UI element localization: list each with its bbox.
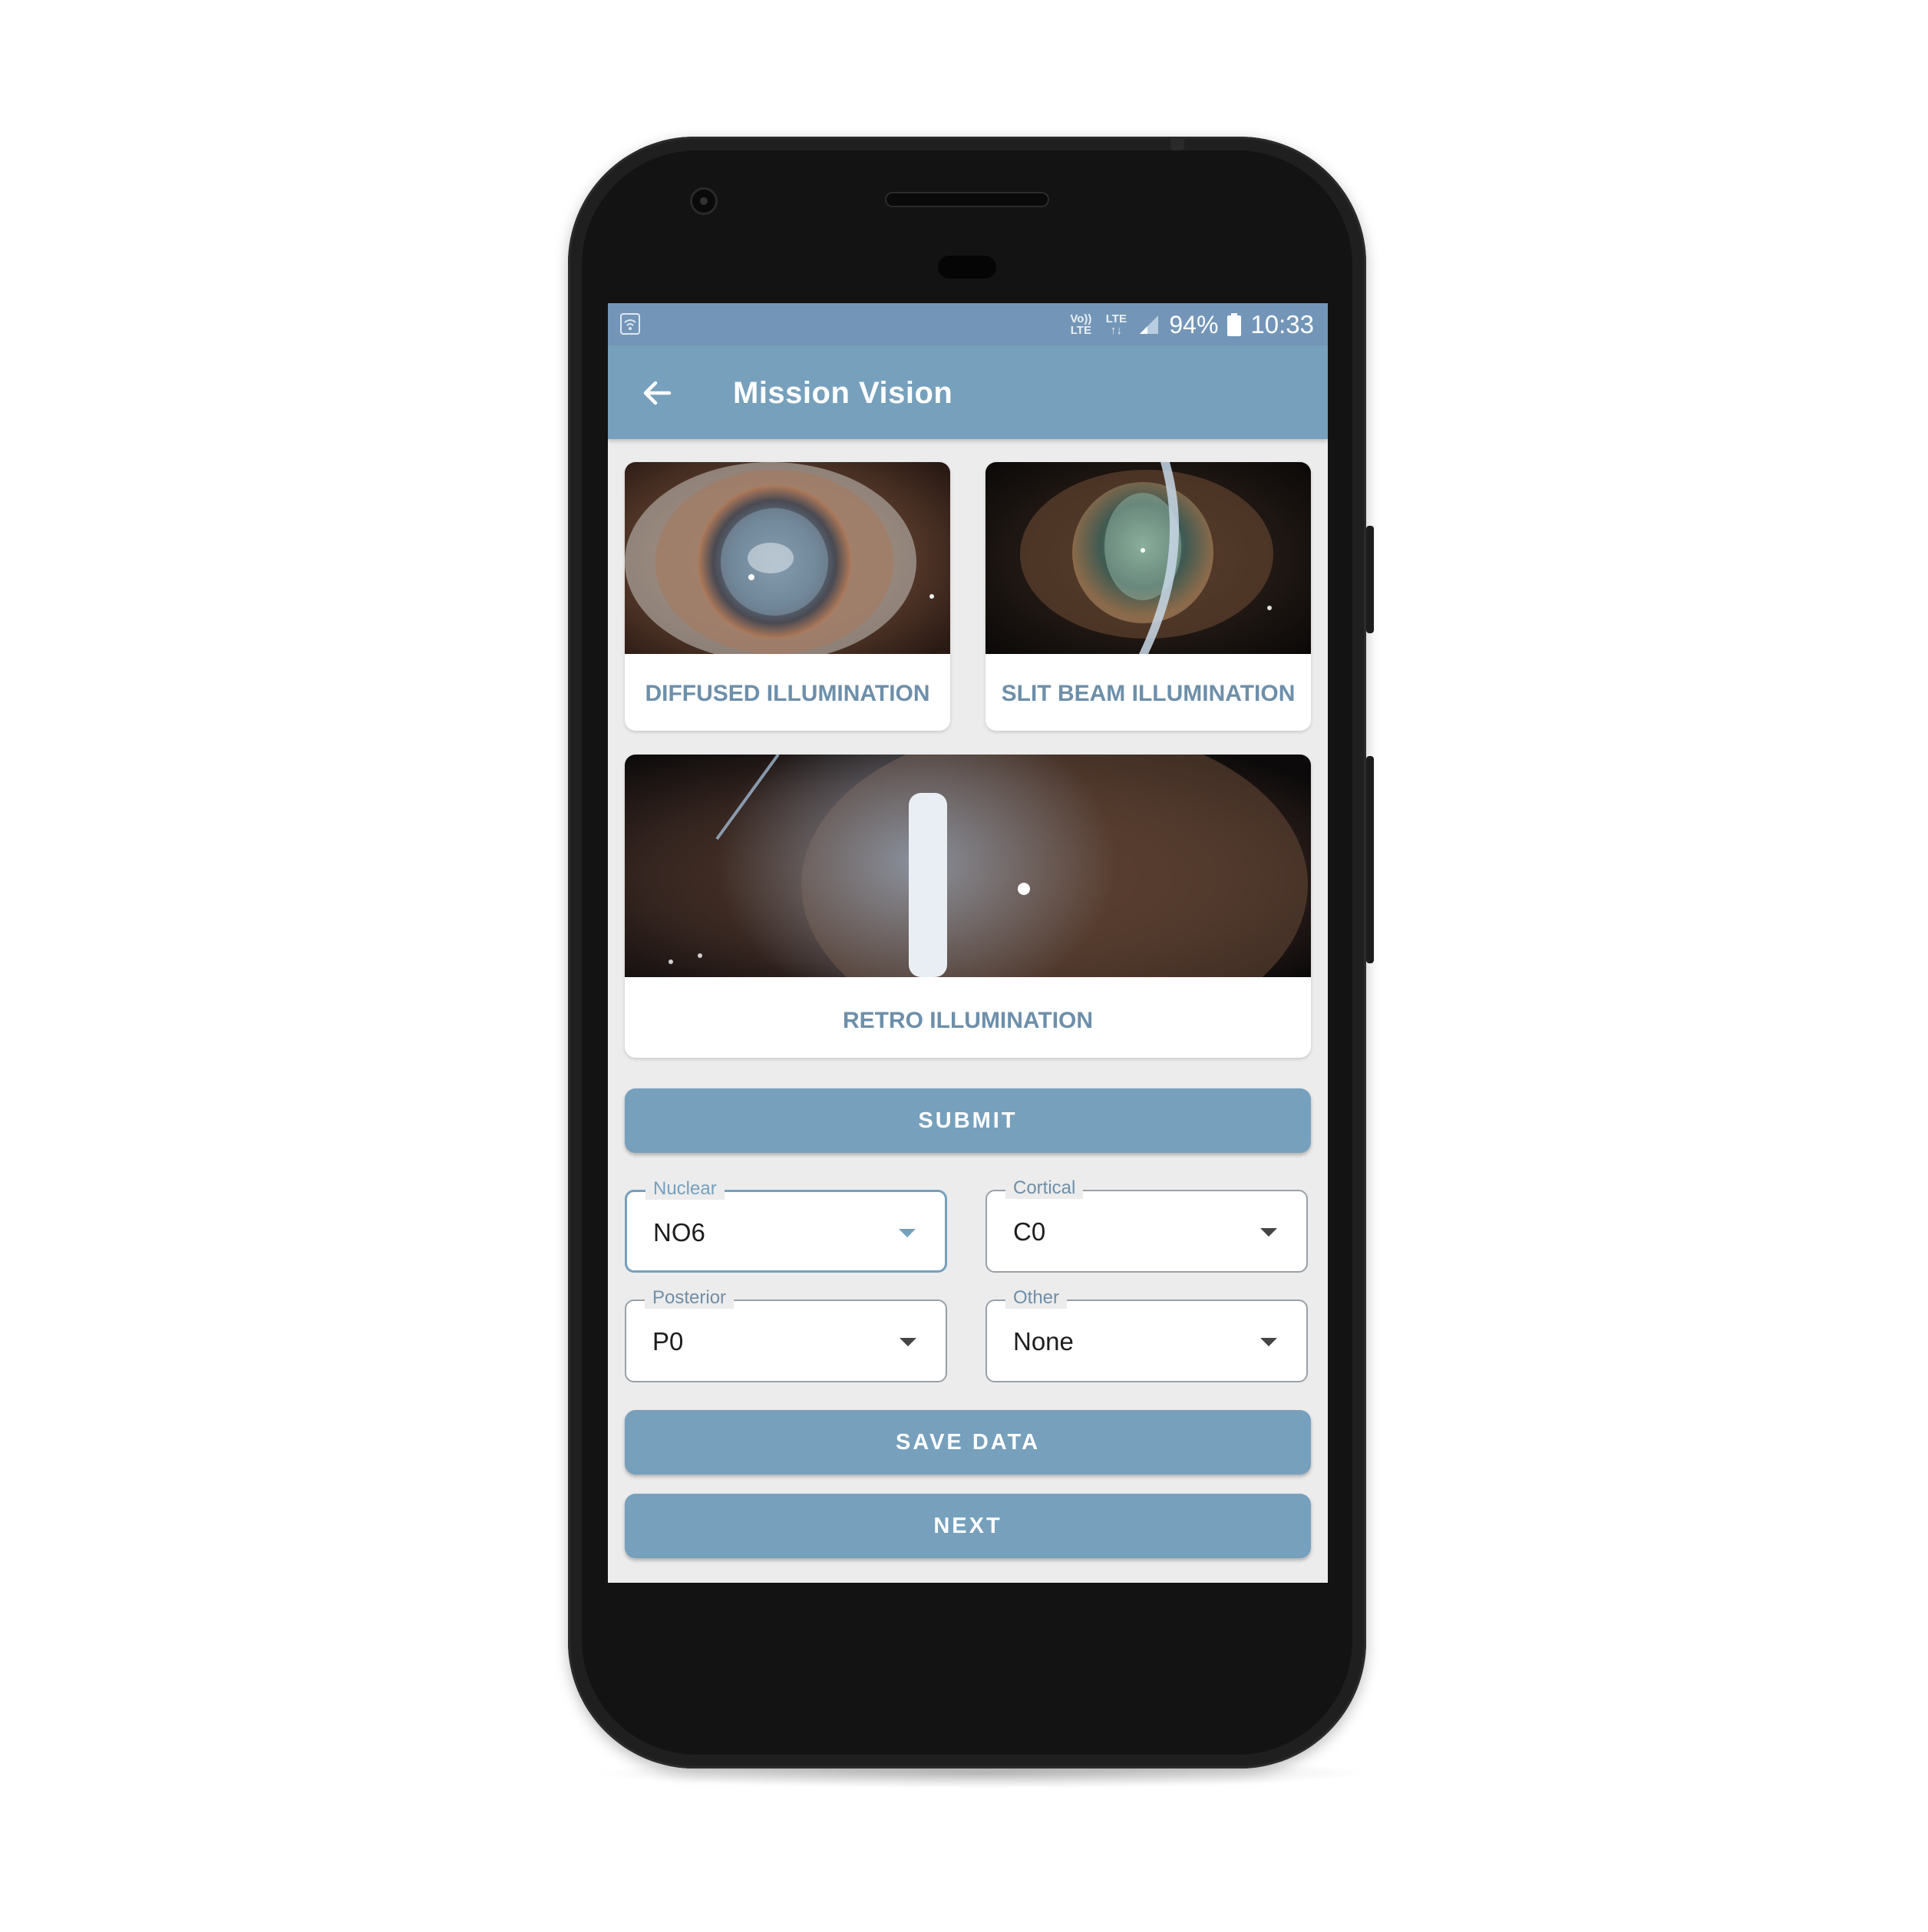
chevron-down-icon: [900, 1338, 916, 1346]
clock: 10:33: [1250, 310, 1314, 339]
other-label: Other: [1005, 1287, 1068, 1309]
battery-icon: [1227, 313, 1242, 336]
lte-icon: LTE ↑↓: [1105, 312, 1127, 337]
power-button: [1366, 526, 1374, 633]
cortical-value: C0: [1013, 1217, 1046, 1246]
submit-button[interactable]: SUBMIT: [625, 1088, 1311, 1153]
phone-screen: Vo))LTE LTE↑↓ 94% 10:33 Mission Vision: [608, 303, 1328, 1583]
slit-beam-illumination-card[interactable]: SLIT BEAM ILLUMINATION: [985, 462, 1311, 731]
chevron-down-icon: [899, 1229, 916, 1237]
earpiece-speaker: [886, 193, 1048, 206]
posterior-value: P0: [652, 1327, 684, 1356]
volte-icon: Vo)) LTE: [1070, 312, 1092, 337]
diffused-eye-image: [625, 462, 950, 654]
nuclear-value: NO6: [653, 1218, 705, 1247]
proximity-sensor: [938, 256, 996, 279]
battery-percent: 94%: [1169, 310, 1219, 339]
slit-beam-eye-image: [985, 462, 1311, 654]
signal-icon: [1140, 315, 1159, 334]
posterior-select[interactable]: Posterior P0: [625, 1287, 947, 1382]
nuclear-select[interactable]: Nuclear NO6: [625, 1178, 947, 1273]
other-value: None: [1013, 1327, 1074, 1356]
card-label: DIFFUSED ILLUMINATION: [645, 681, 930, 706]
volume-button: [1366, 756, 1374, 963]
card-label: SLIT BEAM ILLUMINATION: [1001, 681, 1296, 706]
next-button[interactable]: NEXT: [625, 1494, 1311, 1558]
retro-illumination-card[interactable]: RETRO ILLUMINATION: [625, 755, 1311, 1058]
chevron-down-icon: [1260, 1228, 1277, 1237]
retro-eye-image: [625, 755, 1311, 977]
lte-label: LTE: [1105, 312, 1127, 325]
other-select[interactable]: Other None: [985, 1287, 1308, 1382]
status-bar: Vo)) LTE LTE ↑↓ 94% 10:33: [608, 303, 1328, 345]
arrow-left-icon[interactable]: [639, 375, 675, 411]
notification-icon: [620, 312, 640, 335]
nuclear-label: Nuclear: [645, 1178, 725, 1200]
save-data-button[interactable]: SAVE DATA: [625, 1410, 1311, 1475]
status-icons: Vo)) LTE LTE ↑↓ 94% 10:33: [1068, 309, 1314, 340]
diffused-illumination-card[interactable]: DIFFUSED ILLUMINATION: [625, 462, 950, 731]
front-camera: [692, 190, 715, 213]
cortical-label: Cortical: [1005, 1177, 1084, 1199]
app-bar: Mission Vision: [608, 345, 1328, 439]
chevron-down-icon: [1260, 1338, 1277, 1346]
cortical-select[interactable]: Cortical C0: [985, 1177, 1308, 1273]
card-label: RETRO ILLUMINATION: [842, 1008, 1094, 1033]
page-title: Mission Vision: [733, 376, 953, 410]
posterior-label: Posterior: [645, 1287, 735, 1309]
top-antenna-line: [1170, 137, 1184, 150]
